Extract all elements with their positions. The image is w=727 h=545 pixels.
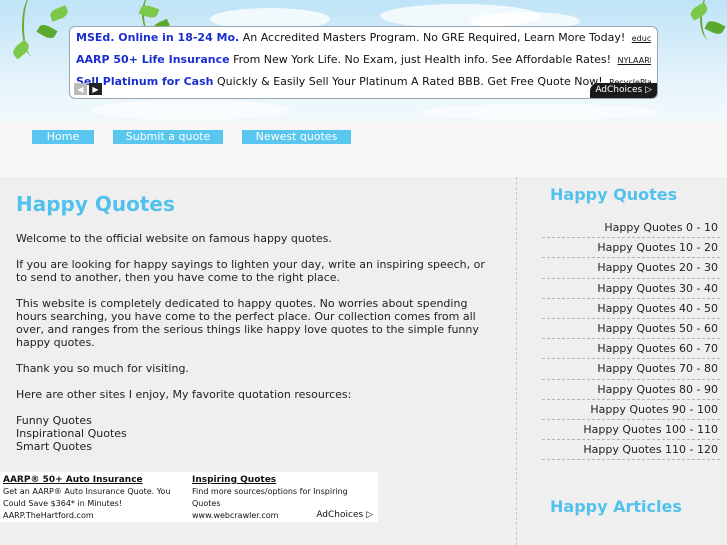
ad-title-link[interactable]: MSEd. Online in 18-24 Mo. bbox=[76, 31, 239, 44]
sidebar-item[interactable]: Happy Quotes 100 - 110 bbox=[542, 420, 720, 441]
ad-line[interactable]: AARP 50+ Life Insurance From New York Li… bbox=[76, 49, 651, 71]
sidebar-item[interactable]: Happy Quotes 80 - 90 bbox=[542, 380, 720, 400]
ad-text: Quickly & Easily Sell Your Platinum A Ra… bbox=[216, 75, 603, 88]
bottom-ad-title-link[interactable]: AARP® 50+ Auto Insurance bbox=[3, 474, 183, 486]
sidebar-item[interactable]: Happy Quotes 40 - 50 bbox=[542, 299, 720, 319]
adchoices-icon: ▷ bbox=[645, 85, 652, 95]
intro-paragraph: If you are looking for happy sayings to … bbox=[16, 258, 485, 284]
top-ad-box: MSEd. Online in 18-24 Mo. An Accredited … bbox=[69, 26, 658, 99]
link-smart-quotes[interactable]: Smart Quotes bbox=[16, 440, 496, 453]
ad-prev-icon[interactable]: ◀ bbox=[74, 83, 87, 95]
ad-title-link[interactable]: AARP 50+ Life Insurance bbox=[76, 53, 230, 66]
ad-url-link[interactable]: education.une.edu bbox=[632, 34, 651, 43]
bottom-ad-text: Get an AARP® Auto Insurance Quote. You C… bbox=[3, 487, 171, 508]
intro-paragraph: Welcome to the official website on famou… bbox=[16, 232, 332, 245]
intro-paragraph: Thank you so much for visiting. bbox=[16, 362, 189, 375]
sidebar-articles-title: Happy Articles bbox=[550, 497, 682, 516]
bottom-adchoices-button[interactable]: AdChoices ▷ bbox=[316, 510, 373, 520]
adchoices-icon: ▷ bbox=[366, 510, 373, 520]
nav-home-button[interactable]: Home bbox=[32, 130, 94, 144]
sidebar-item[interactable]: Happy Quotes 70 - 80 bbox=[542, 359, 720, 380]
sidebar-item[interactable]: Happy Quotes 20 - 30 bbox=[542, 258, 720, 279]
sidebar-item[interactable]: Happy Quotes 30 - 40 bbox=[542, 279, 720, 299]
sidebar-item[interactable]: Happy Quotes 50 - 60 bbox=[542, 319, 720, 340]
ad-text: An Accredited Masters Program. No GRE Re… bbox=[242, 31, 626, 44]
nav-bar: Home Submit a quote Newest quotes bbox=[0, 123, 727, 177]
sidebar-item[interactable]: Happy Quotes 10 - 20 bbox=[542, 238, 720, 259]
ad-pager: ◀ ▶ bbox=[74, 83, 102, 95]
adchoices-button[interactable]: AdChoices ▷ bbox=[590, 83, 657, 98]
link-inspirational-quotes[interactable]: Inspirational Quotes bbox=[16, 427, 496, 440]
sidebar: Happy Quotes Happy Quotes 0 - 10 Happy Q… bbox=[542, 185, 720, 516]
ad-line[interactable]: MSEd. Online in 18-24 Mo. An Accredited … bbox=[76, 27, 651, 49]
link-funny-quotes[interactable]: Funny Quotes bbox=[16, 414, 496, 427]
resource-links: Funny Quotes Inspirational Quotes Smart … bbox=[16, 414, 496, 453]
main-content: Happy Quotes Welcome to the official web… bbox=[16, 192, 496, 453]
sidebar-item[interactable]: Happy Quotes 90 - 100 bbox=[542, 400, 720, 420]
ad-line[interactable]: Sell Platinum for Cash Quickly & Easily … bbox=[76, 71, 651, 93]
header-banner: MSEd. Online in 18-24 Mo. An Accredited … bbox=[0, 0, 727, 123]
ad-next-icon[interactable]: ▶ bbox=[89, 83, 102, 95]
ad-url-link[interactable]: NYLAARP.com/Life-Insurance bbox=[618, 56, 651, 65]
bottom-ad-text: Find more sources/options for Inspiring … bbox=[192, 487, 348, 508]
sidebar-item[interactable]: Happy Quotes 0 - 10 bbox=[542, 218, 720, 239]
bottom-ad-box: AARP® 50+ Auto Insurance Get an AARP® Au… bbox=[0, 472, 378, 522]
page-title: Happy Quotes bbox=[16, 192, 175, 216]
bottom-ad-url-link[interactable]: AARP.TheHartford.com bbox=[3, 510, 183, 522]
ad-text: From New York Life. No Exam, just Health… bbox=[233, 53, 612, 66]
intro-paragraph: This website is completely dedicated to … bbox=[16, 297, 479, 349]
sidebar-title: Happy Quotes bbox=[550, 185, 678, 204]
bottom-ad-item[interactable]: AARP® 50+ Auto Insurance Get an AARP® Au… bbox=[3, 474, 183, 522]
nav-newest-quotes-button[interactable]: Newest quotes bbox=[242, 130, 351, 144]
sidebar-item[interactable]: Happy Quotes 60 - 70 bbox=[542, 339, 720, 360]
column-divider bbox=[516, 177, 517, 545]
intro-paragraph: Here are other sites I enjoy, My favorit… bbox=[16, 388, 352, 401]
bottom-ad-title-link[interactable]: Inspiring Quotes bbox=[192, 474, 362, 486]
adchoices-label: AdChoices bbox=[595, 85, 643, 95]
sidebar-item[interactable]: Happy Quotes 110 - 120 bbox=[542, 440, 720, 461]
adchoices-label: AdChoices bbox=[316, 510, 364, 520]
nav-submit-quote-button[interactable]: Submit a quote bbox=[113, 130, 223, 144]
